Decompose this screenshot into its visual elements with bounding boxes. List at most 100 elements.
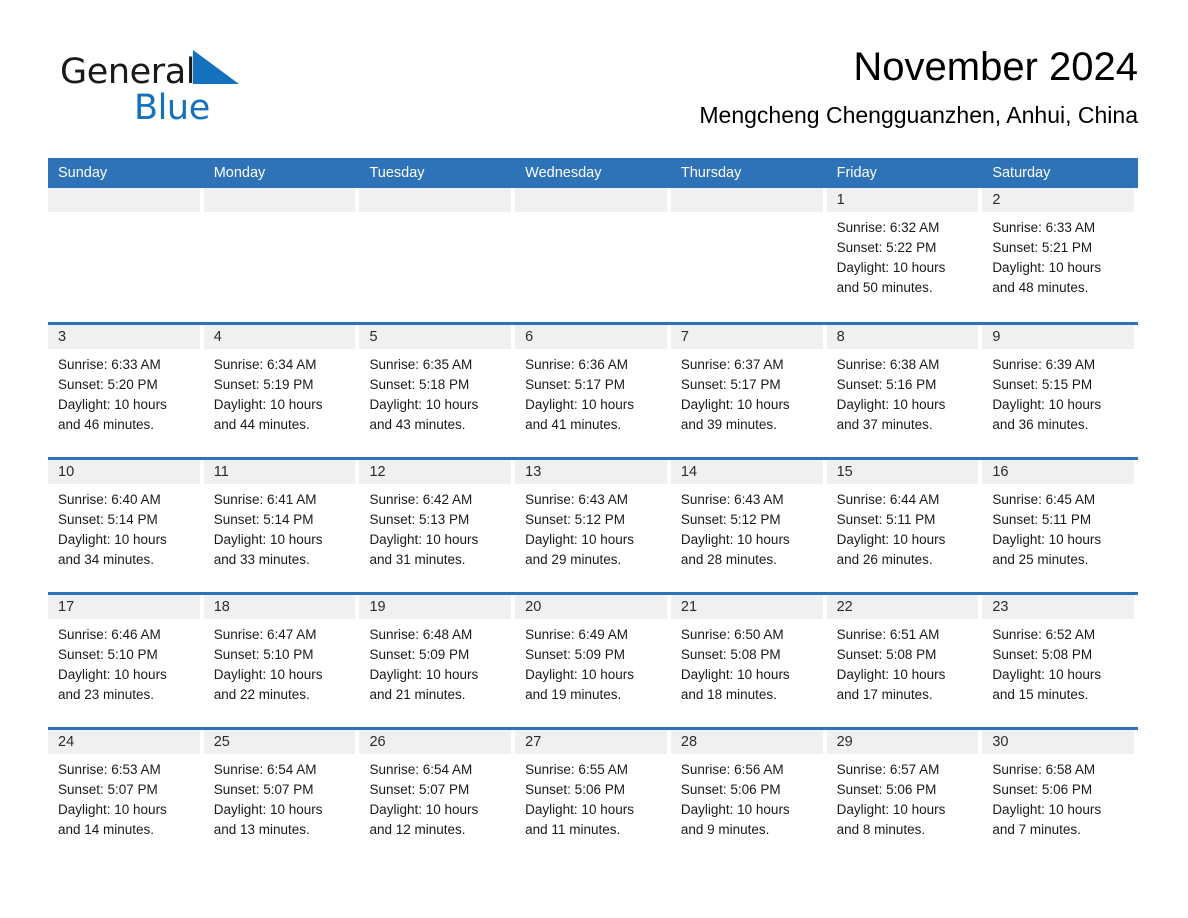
day-cell[interactable]: 21 Sunrise: 6:50 AM Sunset: 5:08 PM Dayligh…	[670, 595, 827, 727]
day-cell[interactable]: 8 Sunrise: 6:38 AM Sunset: 5:16 PM Daylight…	[826, 325, 983, 457]
day-cell[interactable]: 28 Sunrise: 6:56 AM Sunset: 5:06 PM Dayligh…	[670, 730, 827, 862]
sunrise-text: Sunrise: 6:54 AM	[369, 762, 473, 777]
day-number-band: 27	[515, 730, 667, 754]
day-cell[interactable]: 10 Sunrise: 6:40 AM Sunset: 5:14 PM Dayligh…	[48, 460, 204, 592]
sunset-text: Sunset: 5:12 PM	[680, 512, 781, 527]
day-number-band: 12	[359, 460, 512, 484]
day-cell[interactable]: 23 Sunrise: 6:52 AM Sunset: 5:08 PM Dayligh…	[982, 595, 1139, 727]
day-number-band: 5	[359, 325, 512, 349]
day-cell-empty	[359, 188, 516, 322]
day-number: 19	[369, 599, 386, 615]
day-number: 10	[58, 464, 75, 480]
day-details: Sunrise: 6:45 AM Sunset: 5:11 PM Daylight:…	[982, 484, 1134, 570]
daylight-text: Daylight: 10 hours and 8 minutes.	[836, 802, 946, 837]
sunset-text: Sunset: 5:08 PM	[992, 647, 1093, 662]
day-cell[interactable]: 19 Sunrise: 6:48 AM Sunset: 5:09 PM Dayligh…	[359, 595, 516, 727]
daylight-text: Daylight: 10 hours and 29 minutes.	[525, 532, 634, 567]
day-cell[interactable]: 7 Sunrise: 6:37 AM Sunset: 5:17 PM Daylight…	[670, 325, 827, 457]
day-cell[interactable]: 27 Sunrise: 6:55 AM Sunset: 5:06 PM Dayligh…	[515, 730, 671, 862]
day-details: Sunrise: 6:55 AM Sunset: 5:06 PM Daylight:…	[515, 754, 667, 840]
day-cell[interactable]: 29 Sunrise: 6:57 AM Sunset: 5:06 PM Dayligh…	[826, 730, 983, 862]
day-number-band: 7	[670, 325, 823, 349]
day-details: Sunrise: 6:35 AM Sunset: 5:18 PM Daylight:…	[359, 349, 511, 435]
daylight-text: Daylight: 10 hours and 31 minutes.	[369, 532, 479, 567]
day-cell[interactable]: 11 Sunrise: 6:41 AM Sunset: 5:14 PM Dayligh…	[203, 460, 360, 592]
sunset-text: Sunset: 5:19 PM	[213, 377, 314, 392]
sunrise-text: Sunrise: 6:49 AM	[525, 627, 628, 642]
day-cell[interactable]: 13 Sunrise: 6:43 AM Sunset: 5:12 PM Dayligh…	[515, 460, 671, 592]
daylight-text: Daylight: 10 hours and 18 minutes.	[680, 667, 790, 702]
day-number-band: 28	[670, 730, 823, 754]
sunrise-text: Sunrise: 6:32 AM	[836, 220, 940, 235]
day-details: Sunrise: 6:43 AM Sunset: 5:12 PM Daylight:…	[515, 484, 667, 570]
sunset-text: Sunset: 5:11 PM	[992, 512, 1092, 527]
day-number-band: 26	[359, 730, 512, 754]
sunrise-text: Sunrise: 6:56 AM	[680, 762, 784, 777]
daylight-text: Daylight: 10 hours and 11 minutes.	[525, 802, 634, 837]
daylight-text: Daylight: 10 hours and 37 minutes.	[836, 397, 946, 432]
sunrise-text: Sunrise: 6:39 AM	[992, 357, 1096, 372]
day-number-band: 3	[48, 325, 200, 349]
day-number-band: 21	[670, 595, 823, 619]
day-cell[interactable]: 12 Sunrise: 6:42 AM Sunset: 5:13 PM Dayligh…	[359, 460, 516, 592]
day-number: 7	[680, 329, 689, 345]
day-cell[interactable]: 1 Sunrise: 6:32 AM Sunset: 5:22 PM Daylight…	[826, 188, 983, 322]
day-cell[interactable]: 14 Sunrise: 6:43 AM Sunset: 5:12 PM Dayligh…	[670, 460, 827, 592]
daylight-text: Daylight: 10 hours and 46 minutes.	[58, 397, 167, 432]
day-details: Sunrise: 6:36 AM Sunset: 5:17 PM Daylight:…	[515, 349, 667, 435]
day-number-band	[670, 188, 823, 212]
page-title: November 2024	[853, 45, 1138, 89]
day-cell[interactable]: 9 Sunrise: 6:39 AM Sunset: 5:15 PM Daylight…	[982, 325, 1139, 457]
day-cell[interactable]: 16 Sunrise: 6:45 AM Sunset: 5:11 PM Dayligh…	[982, 460, 1139, 592]
day-details: Sunrise: 6:38 AM Sunset: 5:16 PM Daylight:…	[827, 349, 979, 435]
day-number-band: 22	[826, 595, 979, 619]
sunrise-text: Sunrise: 6:38 AM	[836, 357, 940, 372]
day-cell[interactable]: 4 Sunrise: 6:34 AM Sunset: 5:19 PM Daylight…	[203, 325, 360, 457]
sunrise-text: Sunrise: 6:36 AM	[525, 357, 628, 372]
day-number-band: 9	[982, 325, 1135, 349]
day-number-band: 10	[48, 460, 200, 484]
weekday-header-saturday: Saturday	[992, 165, 1051, 181]
day-cell[interactable]: 24 Sunrise: 6:53 AM Sunset: 5:07 PM Dayligh…	[48, 730, 204, 862]
day-number: 5	[369, 329, 378, 345]
day-number-band: 6	[515, 325, 667, 349]
day-details: Sunrise: 6:37 AM Sunset: 5:17 PM Daylight:…	[671, 349, 823, 435]
sunrise-text: Sunrise: 6:45 AM	[992, 492, 1096, 507]
day-cell[interactable]: 3 Sunrise: 6:33 AM Sunset: 5:20 PM Daylight…	[48, 325, 204, 457]
day-cell[interactable]: 2 Sunrise: 6:33 AM Sunset: 5:21 PM Daylight…	[982, 188, 1139, 322]
day-number: 24	[58, 734, 75, 750]
day-details: Sunrise: 6:52 AM Sunset: 5:08 PM Daylight:…	[982, 619, 1134, 705]
day-cell[interactable]: 15 Sunrise: 6:44 AM Sunset: 5:11 PM Dayligh…	[826, 460, 983, 592]
calendar-week-row: 24 Sunrise: 6:53 AM Sunset: 5:07 PM Dayligh…	[48, 727, 1139, 862]
day-number-band: 4	[203, 325, 356, 349]
day-cell[interactable]: 26 Sunrise: 6:54 AM Sunset: 5:07 PM Dayligh…	[359, 730, 516, 862]
day-details: Sunrise: 6:48 AM Sunset: 5:09 PM Daylight:…	[359, 619, 511, 705]
weekday-header-monday: Monday	[213, 165, 266, 181]
sunset-text: Sunset: 5:21 PM	[992, 240, 1093, 255]
day-details: Sunrise: 6:33 AM Sunset: 5:20 PM Daylight:…	[48, 349, 200, 435]
sunset-text: Sunset: 5:20 PM	[58, 377, 158, 392]
day-number-band: 18	[203, 595, 356, 619]
day-cell[interactable]: 18 Sunrise: 6:47 AM Sunset: 5:10 PM Dayligh…	[203, 595, 360, 727]
day-cell[interactable]: 17 Sunrise: 6:46 AM Sunset: 5:10 PM Dayligh…	[48, 595, 204, 727]
day-cell[interactable]: 20 Sunrise: 6:49 AM Sunset: 5:09 PM Dayligh…	[515, 595, 671, 727]
daylight-text: Daylight: 10 hours and 25 minutes.	[992, 532, 1102, 567]
day-number: 23	[992, 599, 1009, 615]
day-cell[interactable]: 5 Sunrise: 6:35 AM Sunset: 5:18 PM Daylight…	[359, 325, 516, 457]
daylight-text: Daylight: 10 hours and 26 minutes.	[836, 532, 946, 567]
day-number: 22	[836, 599, 853, 615]
day-details: Sunrise: 6:43 AM Sunset: 5:12 PM Daylight:…	[671, 484, 823, 570]
brand-logo[interactable]: General Blue	[60, 50, 320, 136]
day-number-band: 29	[826, 730, 979, 754]
day-cell[interactable]: 6 Sunrise: 6:36 AM Sunset: 5:17 PM Daylight…	[515, 325, 671, 457]
day-cell[interactable]: 22 Sunrise: 6:51 AM Sunset: 5:08 PM Dayligh…	[826, 595, 983, 727]
day-cell[interactable]: 25 Sunrise: 6:54 AM Sunset: 5:07 PM Dayligh…	[203, 730, 360, 862]
day-cell[interactable]: 30 Sunrise: 6:58 AM Sunset: 5:06 PM Dayligh…	[982, 730, 1139, 862]
daylight-text: Daylight: 10 hours and 23 minutes.	[58, 667, 167, 702]
sunset-text: Sunset: 5:10 PM	[213, 647, 314, 662]
day-number-band: 25	[203, 730, 356, 754]
sunrise-text: Sunrise: 6:52 AM	[992, 627, 1096, 642]
sunset-text: Sunset: 5:09 PM	[525, 647, 625, 662]
day-details: Sunrise: 6:41 AM Sunset: 5:14 PM Daylight:…	[204, 484, 356, 570]
brand-line-general: General	[60, 50, 320, 94]
